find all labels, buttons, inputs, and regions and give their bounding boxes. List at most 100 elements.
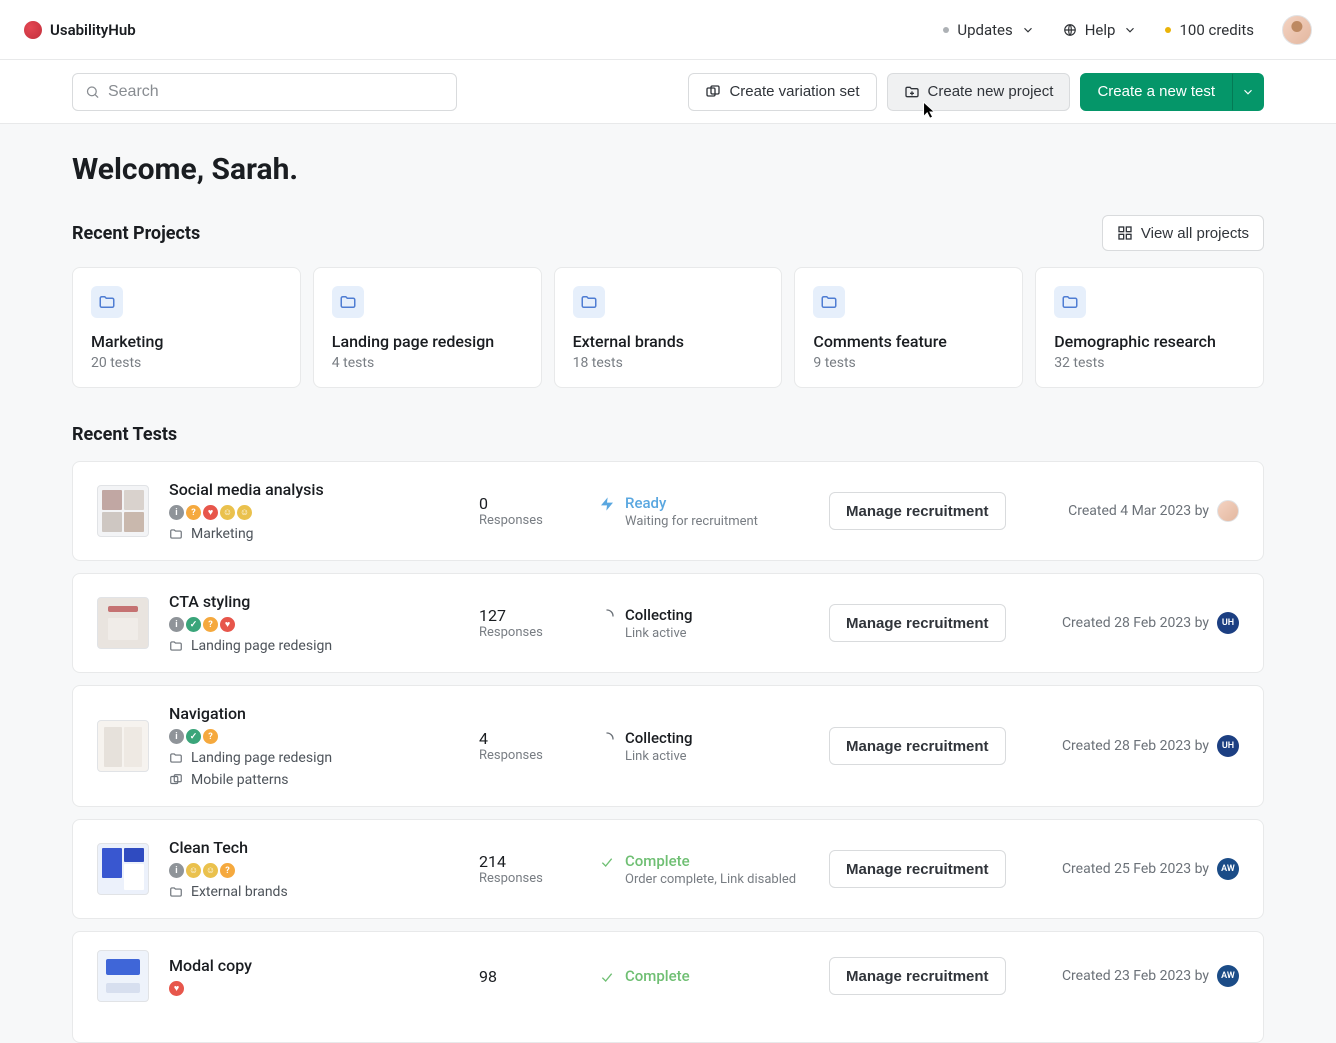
status-sub: Link active	[625, 626, 693, 641]
recent-projects-title: Recent Projects	[72, 223, 200, 244]
create-test-dropdown[interactable]	[1232, 73, 1264, 111]
welcome-heading: Welcome, Sarah.	[72, 152, 1264, 187]
created-col: Created 23 Feb 2023 by AW	[1049, 965, 1239, 987]
create-test-split-button: Create a new test	[1080, 73, 1264, 111]
test-name: Navigation	[169, 704, 459, 723]
avatar[interactable]	[1282, 15, 1312, 45]
created-col: Created 28 Feb 2023 by UH	[1049, 735, 1239, 757]
folder-line: Landing page redesign	[169, 750, 459, 766]
main: Welcome, Sarah. Recent Projects View all…	[0, 124, 1336, 1043]
responses-col: 4 Responses	[479, 729, 579, 763]
create-variation-button[interactable]: Create variation set	[688, 73, 876, 111]
folder-label: Landing page redesign	[191, 638, 332, 654]
test-name: CTA styling	[169, 592, 459, 611]
creator-avatar: UH	[1217, 735, 1239, 757]
test-thumbnail	[97, 485, 149, 537]
created-col: Created 4 Mar 2023 by	[1049, 500, 1239, 522]
action-col: Manage recruitment	[829, 727, 1029, 765]
folder-icon	[332, 286, 364, 318]
test-name: Social media analysis	[169, 480, 459, 499]
updates-dot-icon	[943, 27, 949, 33]
nav-updates[interactable]: Updates	[943, 21, 1034, 39]
brand-name: UsabilityHub	[50, 21, 136, 39]
badge-icon: ♥	[220, 617, 235, 632]
created-text: Created 28 Feb 2023 by	[1062, 738, 1209, 754]
create-project-button[interactable]: Create new project	[887, 73, 1071, 111]
folder-line: Landing page redesign	[169, 638, 459, 654]
top-nav: UsabilityHub Updates Help 100 credits	[0, 0, 1336, 60]
badge-icon: i	[169, 863, 184, 878]
test-meta: Modal copy ♥	[169, 956, 459, 996]
nav-help[interactable]: Help	[1063, 21, 1138, 39]
check-icon	[599, 854, 615, 870]
manage-recruitment-button[interactable]: Manage recruitment	[829, 604, 1006, 642]
created-text: Created 28 Feb 2023 by	[1062, 615, 1209, 631]
created-text: Created 23 Feb 2023 by	[1062, 968, 1209, 984]
project-name: Demographic research	[1054, 332, 1245, 351]
folder-label: Marketing	[191, 526, 254, 542]
credits-dot-icon	[1165, 27, 1171, 33]
project-name: Landing page redesign	[332, 332, 523, 351]
responses-col: 98	[479, 967, 579, 986]
test-row[interactable]: Navigation i ✓ ? Landing page redesign M…	[72, 685, 1264, 807]
test-thumbnail	[97, 720, 149, 772]
folder-icon	[1054, 286, 1086, 318]
nav-help-label: Help	[1085, 21, 1116, 39]
folder-label: Landing page redesign	[191, 750, 332, 766]
project-name: Marketing	[91, 332, 282, 351]
grid-icon	[1117, 225, 1133, 241]
search-input[interactable]	[108, 83, 444, 101]
test-name: Modal copy	[169, 956, 459, 975]
responses-col: 214 Responses	[479, 852, 579, 886]
manage-recruitment-button[interactable]: Manage recruitment	[829, 492, 1006, 530]
project-card[interactable]: Landing page redesign 4 tests	[313, 267, 542, 388]
badge-icon: i	[169, 729, 184, 744]
manage-recruitment-button[interactable]: Manage recruitment	[829, 850, 1006, 888]
responses-count: 214	[479, 852, 579, 871]
status-text: Ready	[625, 494, 758, 512]
search-input-wrap[interactable]	[72, 73, 457, 111]
test-thumbnail	[97, 597, 149, 649]
manage-recruitment-button[interactable]: Manage recruitment	[829, 957, 1006, 995]
nav-credits[interactable]: 100 credits	[1165, 21, 1254, 39]
badge-row: ♥	[169, 981, 459, 996]
test-row[interactable]: CTA styling i ✓ ? ♥ Landing page redesig…	[72, 573, 1264, 673]
badge-icon: i	[169, 505, 184, 520]
extra-label: Mobile patterns	[191, 772, 289, 788]
project-sub: 20 tests	[91, 355, 282, 371]
creator-avatar: AW	[1217, 965, 1239, 987]
chevron-down-icon	[1123, 23, 1137, 37]
creator-avatar: UH	[1217, 612, 1239, 634]
project-card[interactable]: Demographic research 32 tests	[1035, 267, 1264, 388]
status-col: Complete Order complete, Link disabled	[599, 852, 809, 887]
test-meta: Clean Tech i ☺ ☺ ? External brands	[169, 838, 459, 900]
status-col: Ready Waiting for recruitment	[599, 494, 809, 529]
project-sub: 32 tests	[1054, 355, 1245, 371]
badge-icon: ✓	[186, 617, 201, 632]
badge-row: i ✓ ? ♥	[169, 617, 459, 632]
variation-icon	[169, 773, 183, 787]
manage-recruitment-button[interactable]: Manage recruitment	[829, 727, 1006, 765]
top-nav-right: Updates Help 100 credits	[943, 15, 1312, 45]
globe-icon	[1063, 23, 1077, 37]
create-test-label: Create a new test	[1097, 83, 1215, 100]
status-sub: Link active	[625, 749, 693, 764]
creator-avatar	[1217, 500, 1239, 522]
project-card[interactable]: Marketing 20 tests	[72, 267, 301, 388]
view-all-projects-button[interactable]: View all projects	[1102, 215, 1264, 251]
badge-icon: ?	[220, 863, 235, 878]
badge-icon: ?	[186, 505, 201, 520]
project-card[interactable]: Comments feature 9 tests	[794, 267, 1023, 388]
brand[interactable]: UsabilityHub	[24, 21, 136, 39]
responses-col: 127 Responses	[479, 606, 579, 640]
recent-tests-title: Recent Tests	[72, 424, 177, 445]
create-test-button[interactable]: Create a new test	[1080, 73, 1232, 111]
project-card[interactable]: External brands 18 tests	[554, 267, 783, 388]
badge-icon: ✓	[186, 729, 201, 744]
test-row[interactable]: Clean Tech i ☺ ☺ ? External brands 214 R…	[72, 819, 1264, 919]
check-icon	[599, 969, 615, 985]
toolbar: Create variation set Create new project …	[0, 60, 1336, 124]
project-name: Comments feature	[813, 332, 1004, 351]
test-row[interactable]: Social media analysis i ? ♥ ☺ ☺ Marketin…	[72, 461, 1264, 561]
badge-icon: ♥	[203, 505, 218, 520]
